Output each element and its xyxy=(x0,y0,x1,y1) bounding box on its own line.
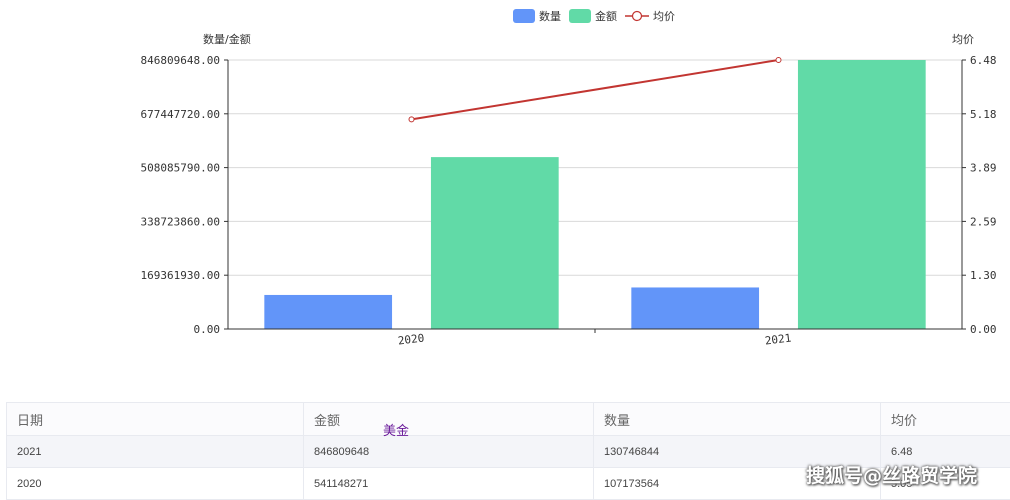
bar-2021-1 xyxy=(798,60,926,329)
table-header-row: 日期 金额 数量 均价 xyxy=(7,403,1010,436)
y-axis-right-tick-label: 1.30 xyxy=(970,269,997,282)
line-point xyxy=(409,117,414,122)
legend-swatch xyxy=(569,9,591,23)
column-header-avg-price[interactable]: 均价 xyxy=(881,403,1010,436)
y-axis-left-tick-label: 677447720.00 xyxy=(141,108,220,121)
legend-label: 金额 xyxy=(595,9,617,23)
table-cell-date: 2021 xyxy=(7,436,304,468)
column-header-amount[interactable]: 金额 xyxy=(304,403,594,436)
y-axis-left-title: 数量/金额 xyxy=(203,32,251,46)
table-cell-amount: 846809648 xyxy=(304,436,594,468)
x-axis-tick-label: 2020 xyxy=(397,331,425,347)
y-axis-right-tick-label: 3.89 xyxy=(970,162,997,175)
table-cell-amount: 541148271 xyxy=(304,468,594,500)
y-axis-right-tick-label: 2.59 xyxy=(970,215,997,228)
bar-2020-1 xyxy=(431,157,559,329)
x-axis-tick-label: 2021 xyxy=(764,331,792,347)
y-axis-right-tick-label: 0.00 xyxy=(970,323,997,336)
legend: 数量 金额 均价 xyxy=(513,9,675,23)
legend-label: 均价 xyxy=(653,10,675,23)
currency-label: 美金 xyxy=(383,420,409,439)
watermark: 搜狐号@丝路贸学院 xyxy=(806,461,977,488)
line-path xyxy=(412,60,779,119)
y-axis-right-tick-label: 5.18 xyxy=(970,108,997,121)
bars xyxy=(264,60,925,329)
combo-chart: 0.00 0.00 169361930.00 1.30 338723860.00 2.59… xyxy=(0,0,1010,390)
y-axis-left-tick-label: 169361930.00 xyxy=(141,269,220,282)
column-header-date[interactable]: 日期 xyxy=(7,403,304,436)
table-cell-date: 2020 xyxy=(7,468,304,500)
line-series xyxy=(409,58,781,122)
legend-marker xyxy=(633,12,642,21)
bar-2021-0 xyxy=(631,287,759,329)
y-axis-left-tick-label: 508085790.00 xyxy=(141,162,220,175)
bar-2020-0 xyxy=(264,295,392,329)
y-axis-left-tick-label: 338723860.00 xyxy=(141,215,220,228)
y-axis-left-tick-label: 846809648.00 xyxy=(141,54,220,67)
y-axis-right-title: 均价 xyxy=(952,33,974,46)
y-axis-right-tick-label: 6.48 xyxy=(970,54,997,67)
legend-swatch xyxy=(513,9,535,23)
y-axis-left-tick-label: 0.00 xyxy=(194,323,221,336)
line-point xyxy=(776,58,781,63)
legend-label: 数量 xyxy=(539,10,561,23)
column-header-quantity[interactable]: 数量 xyxy=(594,403,881,436)
